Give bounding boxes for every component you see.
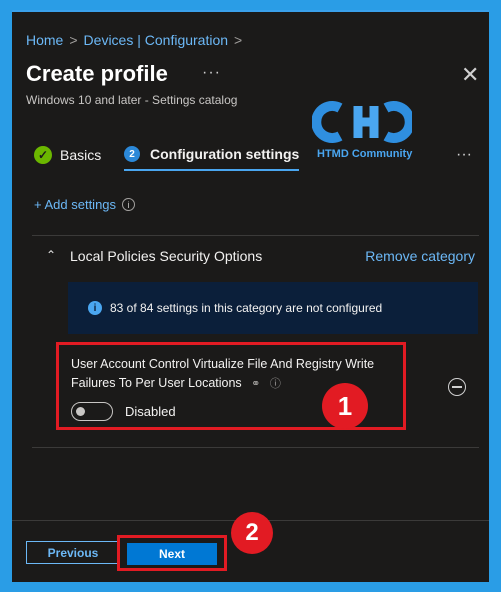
link-icon[interactable]: ⚭ — [251, 375, 260, 394]
remove-setting-icon[interactable] — [448, 378, 466, 396]
divider — [32, 235, 479, 236]
banner-text: 83 of 84 settings in this category are n… — [110, 301, 383, 315]
info-icon[interactable]: ⓘ — [270, 375, 281, 394]
info-icon: i — [88, 301, 102, 315]
more-options-icon[interactable]: ··· — [202, 64, 221, 82]
info-icon[interactable]: i — [122, 198, 136, 211]
check-circle-icon: ✓ — [34, 146, 52, 164]
tab-configuration-settings[interactable]: 2 Configuration settings — [124, 146, 300, 171]
page-subtitle: Windows 10 and later - Settings catalog — [26, 93, 238, 107]
breadcrumb-devices-configuration[interactable]: Devices | Configuration — [84, 32, 228, 48]
close-icon[interactable]: ✕ — [461, 62, 479, 88]
add-settings-label: + Add settings — [34, 197, 117, 212]
page-title: Create profile — [26, 61, 168, 86]
tab-label: Basics — [60, 147, 102, 163]
annotation-badge-1: 1 — [322, 383, 368, 429]
breadcrumb-home[interactable]: Home — [26, 32, 63, 48]
divider — [32, 447, 479, 448]
next-button-highlight: Next — [117, 535, 227, 571]
step-number-icon: 2 — [124, 146, 140, 162]
next-button[interactable]: Next — [127, 543, 217, 565]
remove-category-link[interactable]: Remove category — [365, 248, 475, 264]
annotation-badge-2: 2 — [231, 512, 273, 554]
logo-text: HTMD Community — [317, 148, 413, 160]
add-settings-link[interactable]: + Add settings i — [34, 197, 136, 212]
chevron-right-icon: > — [69, 32, 78, 48]
info-banner: i 83 of 84 settings in this category are… — [68, 282, 478, 334]
create-profile-panel: Home > Devices | Configuration > Create pro… — [12, 10, 489, 582]
toggle-knob — [76, 407, 85, 416]
category-title: Local Policies Security Options — [70, 248, 263, 264]
previous-button[interactable]: Previous — [26, 541, 120, 564]
tab-label: Configuration settings — [150, 146, 300, 162]
breadcrumb: Home > Devices | Configuration > — [26, 32, 248, 48]
setting-toggle[interactable] — [71, 402, 113, 421]
tab-basics[interactable]: ✓ Basics — [34, 146, 101, 164]
more-tabs-icon[interactable]: ··· — [456, 146, 472, 164]
chevron-right-icon: > — [234, 32, 243, 48]
setting-label-text: User Account Control Virtualize File And… — [71, 357, 375, 390]
chevron-up-icon[interactable]: ⌃ — [46, 248, 56, 262]
toggle-state-label: Disabled — [125, 404, 176, 419]
